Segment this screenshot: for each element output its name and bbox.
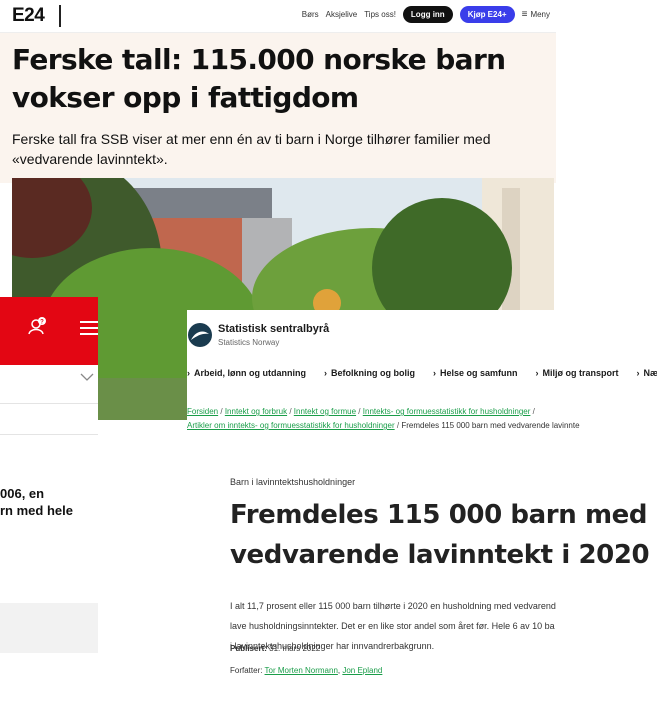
link-bors[interactable]: Børs <box>302 10 319 19</box>
published-label: Publisert: <box>230 644 267 653</box>
svg-text:?: ? <box>40 320 44 326</box>
ssb-subname: Statistics Norway <box>218 338 280 347</box>
chevron-right-icon: › <box>323 368 327 378</box>
breadcrumb: Forsiden / Inntekt og forbruk / Inntekt … <box>187 407 580 430</box>
e24-headline-block: Ferske tall: 115.000 norske barn vokser … <box>0 33 556 183</box>
nav-label: Arbeid, lønn og utdanning <box>194 368 306 378</box>
breadcrumb-link[interactable]: Inntekt og formue <box>294 407 356 416</box>
breadcrumb-current: Fremdeles 115 000 barn med vedvarende la… <box>401 421 580 430</box>
ingress-line: I alt 11,7 prosent eller 115 000 barn ti… <box>230 601 556 611</box>
ssb-logo-icon[interactable] <box>187 322 213 348</box>
author-link[interactable]: Jon Epland <box>342 666 382 675</box>
nav-label: Næri <box>643 368 657 378</box>
snippet-line: 006, en <box>0 486 45 501</box>
article-lead: Ferske tall fra SSB viser at mer enn én … <box>12 131 491 167</box>
divider <box>0 434 98 435</box>
buy-e24plus-button[interactable]: Kjøp E24+ <box>459 6 515 23</box>
ssb-article-card: Statistisk sentralbyrå Statistics Norway… <box>187 310 657 707</box>
nav-item-befolkning[interactable]: › Befolkning og bolig <box>324 368 415 378</box>
chevron-right-icon: › <box>636 368 640 378</box>
snippet-line: rn med hele <box>0 503 73 518</box>
breadcrumb-link[interactable]: Forsiden <box>187 407 218 416</box>
logo-divider <box>59 5 61 27</box>
breadcrumb-link[interactable]: Inntekts- og formuesstatistikk for husho… <box>363 407 531 416</box>
gray-panel <box>0 603 98 653</box>
nav-label: Befolkning og bolig <box>330 368 415 378</box>
ssb-name[interactable]: Statistisk sentralbyrå <box>218 323 329 335</box>
partial-news-card: ? 006, en rn med hele <box>0 297 98 687</box>
article-title: Ferske tall: 115.000 norske barn vokser … <box>12 43 506 114</box>
published-date: 31. mars 2022 <box>269 644 321 653</box>
link-aksjelive[interactable]: Aksjelive <box>326 10 358 19</box>
e24-top-links: Børs Aksjelive Tips oss! Logg inn Kjøp E… <box>302 6 550 23</box>
login-button[interactable]: Logg inn <box>402 6 453 23</box>
menu-button[interactable]: ≡ Meny <box>522 9 550 20</box>
e24-top-bar: E24 Børs Aksjelive Tips oss! Logg inn Kj… <box>0 0 556 33</box>
author-link[interactable]: Tor Morten Normann <box>265 666 338 675</box>
nav-item-arbeid[interactable]: › Arbeid, lønn og utdanning <box>187 368 306 378</box>
red-header-bar: ? <box>0 297 98 365</box>
menu-label: Meny <box>530 10 550 19</box>
published-info: Publisert: 31. mars 2022 <box>230 644 320 653</box>
breadcrumb-link[interactable]: Inntekt og forbruk <box>225 407 287 416</box>
divider <box>0 403 98 404</box>
nav-item-miljo[interactable]: › Miljø og transport <box>536 368 619 378</box>
user-icon[interactable]: ? <box>28 317 46 335</box>
e24-logo[interactable]: E24 <box>12 5 45 27</box>
article-category: Barn i lavinntektshusholdninger <box>230 477 356 487</box>
nav-label: Helse og samfunn <box>439 368 518 378</box>
chevron-down-icon[interactable] <box>80 373 94 381</box>
chevron-right-icon: › <box>432 368 436 378</box>
hamburger-icon: ≡ <box>521 9 528 20</box>
article-snippet: 006, en rn med hele <box>0 485 73 519</box>
nav-item-helse[interactable]: › Helse og samfunn <box>433 368 518 378</box>
ssb-header: Statistisk sentralbyrå Statistics Norway <box>187 310 657 358</box>
ssb-main-nav: › Arbeid, lønn og utdanning › Befolkning o… <box>187 368 657 378</box>
author-label: Forfatter: <box>230 666 263 675</box>
link-tips-oss[interactable]: Tips oss! <box>364 10 396 19</box>
author-info: Forfatter: Tor Morten Normann, Jon Eplan… <box>230 666 383 675</box>
nav-label: Miljø og transport <box>542 368 619 378</box>
article-title: Fremdeles 115 000 barn med vedvarende la… <box>230 500 650 570</box>
ingress-line: lave husholdningsinntekter. Det er en li… <box>230 621 555 631</box>
hamburger-icon[interactable] <box>80 321 98 335</box>
chevron-right-icon: › <box>535 368 539 378</box>
nav-item-naering[interactable]: ›Næri <box>637 368 657 378</box>
breadcrumb-link[interactable]: Artikler om inntekts- og formuesstatisti… <box>187 421 395 430</box>
chevron-right-icon: › <box>187 368 190 378</box>
